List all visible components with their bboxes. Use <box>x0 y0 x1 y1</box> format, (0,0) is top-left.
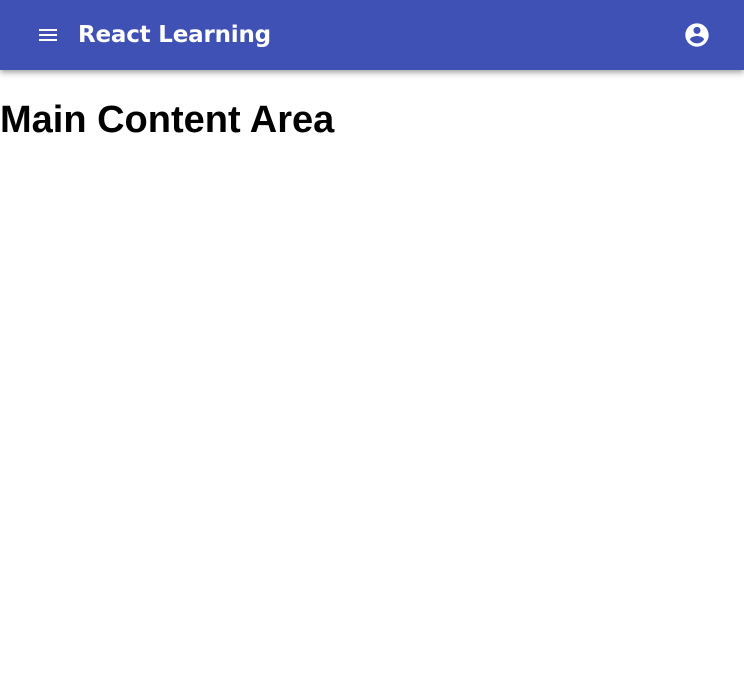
menu-icon <box>36 23 60 47</box>
main-content: Main Content Area <box>0 98 744 142</box>
page-title: Main Content Area <box>0 99 335 141</box>
account-circle-icon <box>683 21 711 49</box>
menu-button[interactable] <box>24 11 72 59</box>
account-button[interactable] <box>673 11 721 59</box>
app-title: React Learning <box>78 22 271 48</box>
app-bar: React Learning <box>0 0 744 70</box>
